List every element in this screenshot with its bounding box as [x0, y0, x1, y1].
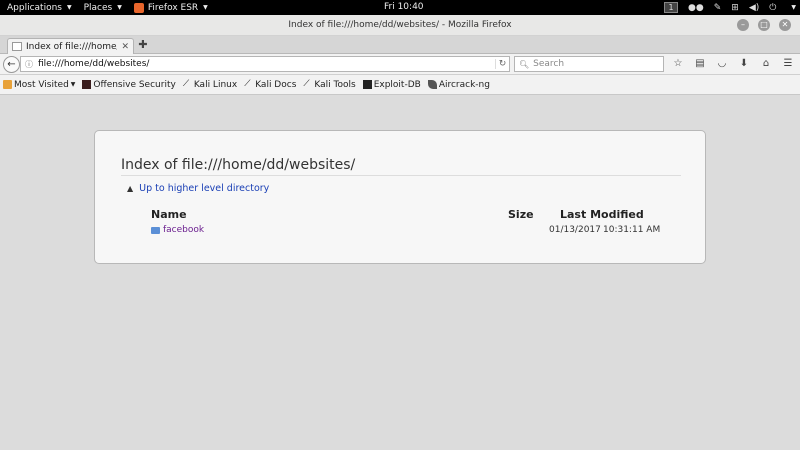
column-header-last-modified[interactable]: Last Modified: [560, 208, 644, 221]
window-controls: – □ ✕: [737, 19, 791, 31]
workspace-indicator[interactable]: 1: [664, 2, 678, 13]
users-icon[interactable]: ●●: [688, 3, 704, 13]
up-directory-link[interactable]: ▲ Up to higher level directory: [127, 183, 269, 194]
caret-down-icon: ▼: [66, 4, 72, 11]
reload-icon[interactable]: ↻: [495, 59, 509, 69]
firefox-app-menu[interactable]: Firefox ESR ▼: [128, 0, 214, 15]
window-title: Index of file:///home/dd/websites/ - Moz…: [288, 20, 512, 30]
back-button[interactable]: ←: [3, 56, 20, 73]
up-arrow-icon: ▲: [127, 184, 134, 193]
caret-down-icon: ▼: [203, 4, 208, 11]
tab-active[interactable]: Index of file:///home/... ✕: [7, 38, 134, 54]
kali-dragon-icon: ⟋: [244, 79, 251, 89]
bookmark-aircrack-ng[interactable]: Aircrack-ng: [427, 79, 490, 90]
applications-menu[interactable]: Applications ▼: [0, 0, 78, 15]
search-icon: 🔍︎: [519, 59, 530, 69]
clock[interactable]: Fri 10:40: [384, 0, 424, 15]
page-title: Index of file:///home/dd/websites/: [121, 157, 681, 176]
firefox-icon: [133, 2, 144, 13]
applications-label: Applications: [7, 2, 62, 13]
bookmark-label: Kali Tools: [314, 79, 356, 90]
url-bar[interactable]: ⓘ file:///home/dd/websites/ ↻: [20, 56, 510, 72]
caret-down-icon: ▼: [117, 4, 122, 11]
folder-icon: [151, 226, 160, 234]
close-button[interactable]: ✕: [779, 19, 791, 31]
bookmark-label: Most Visited: [14, 79, 69, 90]
aircrack-icon: [427, 80, 437, 89]
kali-dragon-icon: ⟋: [182, 79, 190, 89]
firefox-app-label: Firefox ESR: [147, 2, 199, 13]
column-header-size[interactable]: Size: [508, 208, 534, 221]
network-icon[interactable]: ⊞: [731, 3, 739, 13]
bookmark-offensive-security[interactable]: Offensive Security: [82, 79, 176, 90]
tab-strip: Index of file:///home/... ✕ ✚: [0, 36, 800, 54]
bookmark-kali-linux[interactable]: ⟋ Kali Linux: [183, 80, 237, 90]
site-info-icon[interactable]: ⓘ: [25, 59, 33, 70]
menu-icon[interactable]: ☰: [781, 56, 795, 72]
kali-dragon-icon: ⟋: [303, 79, 310, 89]
modified-date: 01/13/2017: [549, 225, 601, 235]
tab-label: Index of file:///home/...: [26, 41, 117, 52]
home-icon[interactable]: ⌂: [759, 56, 773, 72]
caret-down-icon: ▼: [70, 81, 76, 88]
navigation-bar: ← ⓘ file:///home/dd/websites/ ↻ 🔍︎ ☆ ▤ ◡…: [0, 54, 800, 75]
gnome-top-bar: Applications ▼ Places ▼ Firefox ESR ▼ Fr…: [0, 0, 800, 15]
bookmark-star-icon[interactable]: ☆: [671, 56, 685, 72]
bookmark-label: Kali Linux: [193, 79, 238, 90]
places-label: Places: [83, 2, 113, 13]
volume-icon[interactable]: ◀): [749, 3, 759, 13]
column-header-name[interactable]: Name: [151, 208, 187, 221]
page-icon: [12, 42, 22, 51]
offsec-icon: [82, 80, 92, 89]
caret-down-icon[interactable]: ▼: [791, 4, 796, 11]
bookmark-most-visited[interactable]: Most Visited ▼: [3, 80, 75, 90]
directory-listing-card: Index of file:///home/dd/websites/ ▲ Up …: [94, 130, 706, 264]
maximize-button[interactable]: □: [758, 19, 770, 31]
directory-link[interactable]: facebook: [151, 225, 204, 235]
url-text[interactable]: file:///home/dd/websites/: [38, 59, 495, 69]
folder-icon: [3, 80, 12, 89]
bookmark-exploit-db[interactable]: Exploit-DB: [362, 79, 421, 90]
search-bar[interactable]: 🔍︎: [514, 56, 664, 72]
system-tray: 1 ●● ✎ ⊞ ◀) ⏻ ▼: [664, 0, 796, 15]
modified-time: 10:31:11 AM: [603, 225, 661, 235]
toolbar-icons: ☆ ▤ ◡ ⬇ ⌂ ☰: [671, 56, 795, 72]
bookmark-kali-tools[interactable]: ⟋ Kali Tools: [303, 80, 355, 90]
pen-icon[interactable]: ✎: [714, 3, 722, 13]
bookmark-label: Aircrack-ng: [438, 79, 490, 90]
places-menu[interactable]: Places ▼: [78, 0, 128, 15]
download-icon[interactable]: ⬇: [737, 56, 751, 72]
page-content: Index of file:///home/dd/websites/ ▲ Up …: [0, 96, 800, 450]
bookmark-label: Offensive Security: [93, 79, 176, 90]
new-tab-button[interactable]: ✚: [137, 38, 149, 52]
reading-list-icon[interactable]: ▤: [693, 56, 707, 72]
directory-name: facebook: [163, 225, 205, 235]
search-input[interactable]: [533, 59, 654, 69]
close-tab-icon[interactable]: ✕: [121, 42, 129, 52]
table-row: facebook 01/13/2017 10:31:11 AM: [151, 225, 671, 237]
minimize-button[interactable]: –: [737, 19, 749, 31]
power-icon[interactable]: ⏻: [769, 3, 776, 13]
bookmark-label: Kali Docs: [255, 79, 297, 90]
bookmark-label: Exploit-DB: [373, 79, 421, 90]
up-directory-label: Up to higher level directory: [139, 183, 270, 194]
window-titlebar: Index of file:///home/dd/websites/ - Moz…: [0, 15, 800, 36]
pocket-icon[interactable]: ◡: [715, 56, 729, 72]
exploitdb-icon: [362, 80, 372, 89]
bookmark-kali-docs[interactable]: ⟋ Kali Docs: [244, 80, 296, 90]
bookmarks-toolbar: Most Visited ▼ Offensive Security ⟋ Kali…: [0, 75, 800, 95]
